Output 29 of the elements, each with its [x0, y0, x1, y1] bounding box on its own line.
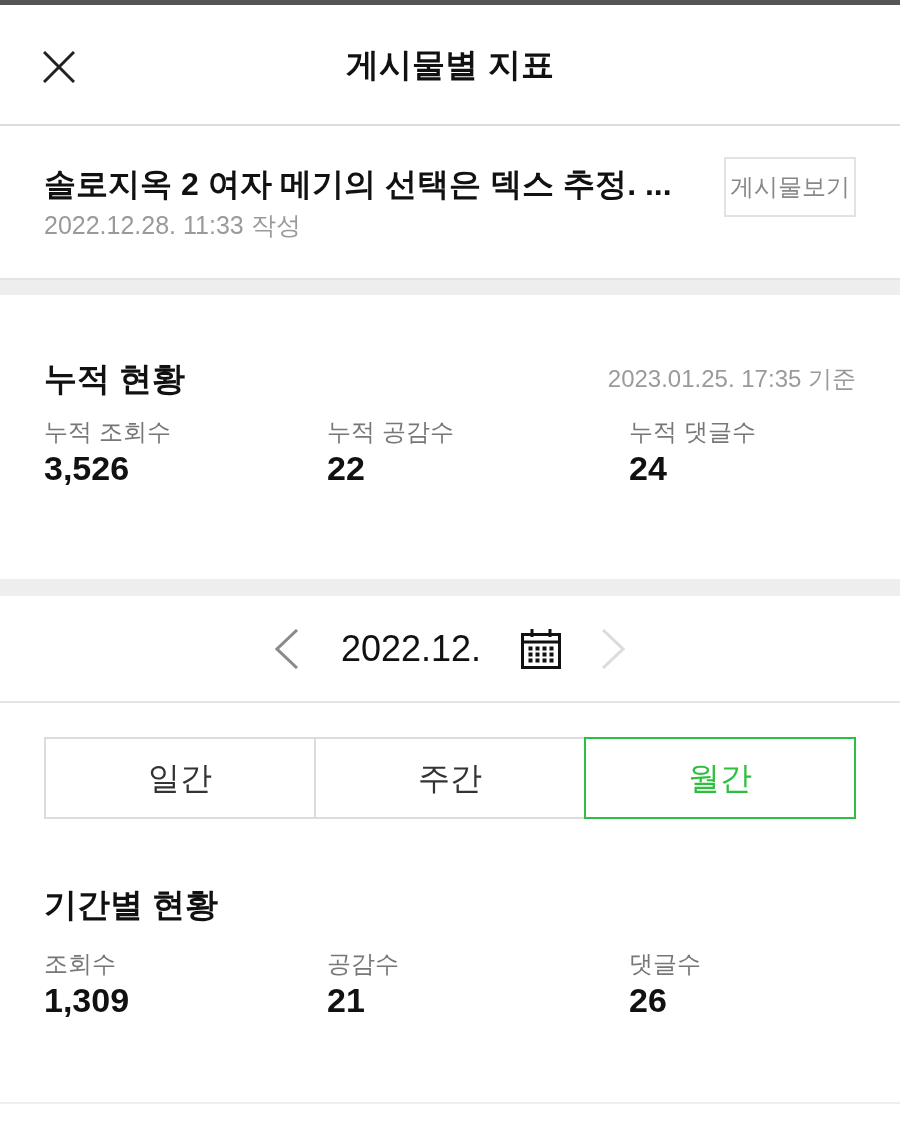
- stat-label: 누적 댓글수: [629, 417, 757, 447]
- stat-value: 1,309: [44, 980, 131, 1021]
- previous-month-button[interactable]: [274, 628, 299, 669]
- stat-value: 21: [327, 980, 366, 1021]
- stat-label: 조회수: [44, 949, 117, 979]
- post-title: 솔로지옥 2 여자 메기의 선택은 덱스 추정. ...: [44, 165, 672, 204]
- chevron-right-icon: [601, 628, 626, 669]
- stat-value: 24: [629, 448, 668, 489]
- chevron-left-icon: [274, 628, 299, 669]
- section-title: 기간별 현황: [44, 885, 220, 925]
- section-title: 누적 현황: [44, 359, 186, 399]
- close-icon: [43, 51, 75, 83]
- calendar-button[interactable]: [521, 628, 562, 669]
- period-tab[interactable]: 주간: [314, 737, 586, 819]
- month-label: 2022.12.: [340, 626, 482, 671]
- period-tab[interactable]: 일간: [44, 737, 316, 819]
- close-button[interactable]: [40, 48, 78, 86]
- post-date: 2022.12.28. 11:33 작성: [44, 210, 302, 241]
- view-post-button[interactable]: 게시물보기: [724, 157, 856, 217]
- page-title: 게시물별 지표: [346, 44, 554, 85]
- as-of-time: 2023.01.25. 17:35 기준: [607, 364, 856, 394]
- stat-label: 공감수: [327, 949, 400, 979]
- stat-value: 22: [327, 448, 366, 489]
- stat-label: 댓글수: [629, 949, 702, 979]
- calendar-icon: [521, 628, 562, 669]
- stat-value: 3,526: [44, 448, 131, 489]
- stat-label: 누적 공감수: [327, 417, 455, 447]
- stat-label: 누적 조회수: [44, 417, 172, 447]
- stat-value: 26: [629, 980, 668, 1021]
